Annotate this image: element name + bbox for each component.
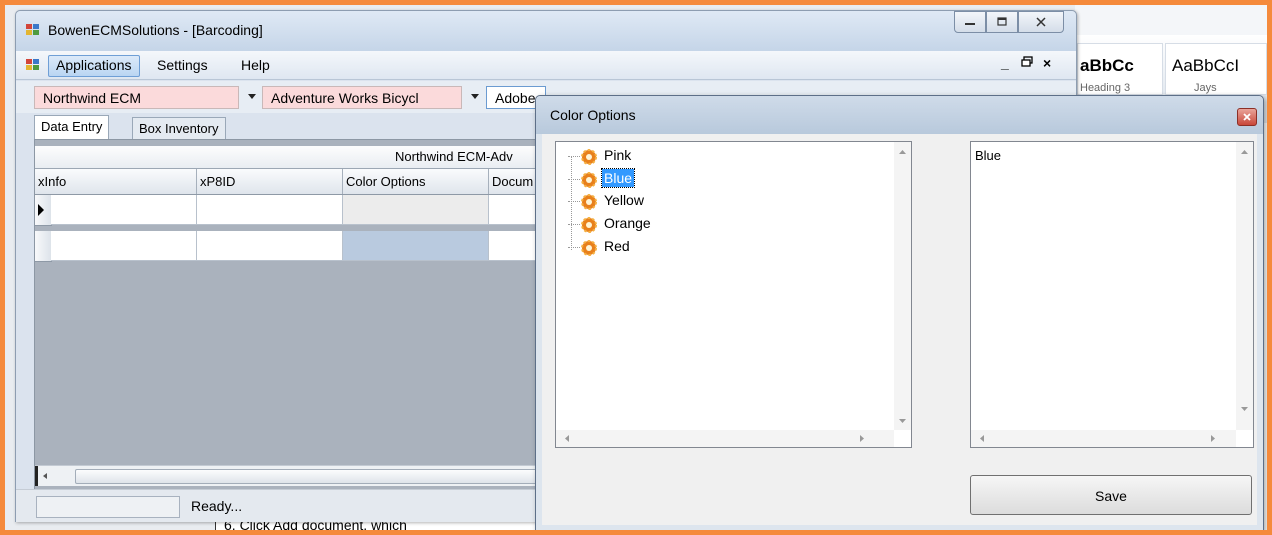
row-header[interactable]: [35, 195, 52, 226]
tree-item-label: Red: [604, 238, 630, 254]
gear-icon: [581, 172, 597, 188]
chevron-down-icon[interactable]: [248, 94, 256, 99]
mdi-close-button[interactable]: ×: [1043, 55, 1051, 71]
column-header-xp8id[interactable]: xP8ID: [197, 169, 343, 194]
style-name: Heading 3: [1080, 82, 1131, 94]
menu-settings[interactable]: Settings: [150, 55, 215, 75]
close-icon: [1036, 17, 1046, 27]
tree-connector: [568, 224, 580, 225]
chevron-down-icon[interactable]: [471, 94, 479, 99]
restore-icon: [997, 17, 1007, 26]
row-header[interactable]: [35, 231, 52, 262]
tab-data-entry[interactable]: Data Entry: [34, 115, 110, 141]
scroll-arrows-icon[interactable]: [556, 430, 894, 447]
style-sample: AaBbCcI: [1172, 56, 1240, 75]
scroll-arrows-icon[interactable]: [971, 430, 1236, 447]
scrollbar-thumb[interactable]: [75, 469, 537, 484]
table-row[interactable]: [35, 195, 545, 226]
restore-button[interactable]: [986, 11, 1018, 33]
restore-icon: [1021, 56, 1033, 67]
scroll-arrows-icon[interactable]: [894, 142, 911, 430]
color-options-dialog: Color Options Pink Blue Yellow Orange Re…: [535, 95, 1264, 530]
grid-cell[interactable]: [343, 195, 489, 225]
menu-help[interactable]: Help: [234, 55, 277, 75]
window-title: BowenECMSolutions - [Barcoding]: [48, 22, 263, 38]
table-row[interactable]: [35, 231, 545, 262]
tree-connector: [571, 156, 572, 250]
gear-icon: [581, 149, 597, 165]
color-tree-view[interactable]: Pink Blue Yellow Orange Red: [555, 141, 912, 448]
column-header-xinfo[interactable]: xInfo: [35, 169, 197, 194]
grid-cell[interactable]: [51, 195, 197, 225]
tree-horizontal-scrollbar[interactable]: [556, 430, 894, 447]
close-button[interactable]: [1018, 11, 1064, 33]
scroll-left-icon[interactable]: [35, 466, 51, 486]
mdi-restore-button[interactable]: [1021, 55, 1033, 71]
tree-item-label: Blue: [600, 168, 636, 188]
style-name: Jays: [1194, 82, 1217, 94]
style-sample: aBbCc: [1080, 56, 1134, 75]
column-header-color-options[interactable]: Color Options: [343, 169, 489, 194]
value-vertical-scrollbar[interactable]: [1236, 142, 1253, 430]
status-text: Ready...: [191, 498, 243, 514]
grid-caption: Northwind ECM-Adv: [35, 146, 545, 169]
grid-horizontal-scrollbar[interactable]: [35, 465, 545, 486]
grid-cell[interactable]: [51, 231, 197, 261]
dialog-body: Pink Blue Yellow Orange Red Blue Save: [542, 134, 1257, 525]
mdi-child-icon: [26, 59, 40, 71]
menu-applications[interactable]: Applications: [48, 55, 140, 77]
minimize-button[interactable]: [954, 11, 986, 33]
data-grid-panel: Northwind ECM-Adv xInfo xP8ID Color Opti…: [34, 139, 546, 491]
progress-slot: [36, 496, 180, 518]
style-jays[interactable]: AaBbCcI Jays: [1165, 43, 1267, 95]
current-row-icon: [38, 204, 44, 216]
title-bar: BowenECMSolutions - [Barcoding]: [16, 11, 1076, 51]
grid-cell-selected[interactable]: [343, 231, 489, 261]
close-icon: [1243, 113, 1251, 121]
gear-icon: [581, 194, 597, 210]
menu-bar: Applications Settings Help _ ×: [16, 51, 1076, 80]
value-horizontal-scrollbar[interactable]: [971, 430, 1236, 447]
tree-item-label: Pink: [604, 147, 632, 163]
tree-item-label: Orange: [604, 215, 651, 231]
dialog-close-button[interactable]: [1237, 108, 1257, 126]
tab-box-inventory[interactable]: Box Inventory: [132, 117, 226, 140]
tree-connector: [568, 156, 580, 157]
tree-connector: [568, 247, 580, 248]
selected-value-text: Blue: [975, 148, 1002, 163]
dialog-title-bar: Color Options: [536, 96, 1263, 134]
style-heading-3[interactable]: aBbCc Heading 3: [1077, 43, 1163, 95]
save-button[interactable]: Save: [970, 475, 1252, 515]
tree-connector: [568, 201, 580, 202]
word-ribbon: aBbCc Heading 3 AaBbCcI Jays: [1075, 35, 1267, 104]
screenshot-frame: aBbCc Heading 3 AaBbCcI Jays 6. Click Ad…: [5, 5, 1267, 530]
company-combo[interactable]: Northwind ECM: [34, 86, 239, 109]
gear-icon: [581, 217, 597, 233]
grid-caption-text: Northwind ECM-Adv: [395, 149, 513, 164]
minimize-icon: [965, 23, 975, 25]
tree-connector: [568, 179, 580, 180]
tree-item-label: Yellow: [604, 192, 644, 208]
window-controls: [954, 11, 1064, 33]
app-icon: [26, 24, 40, 36]
mdi-minimize-button[interactable]: _: [1001, 55, 1009, 71]
customer-combo[interactable]: Adventure Works Bicycl: [262, 86, 462, 109]
tree-vertical-scrollbar[interactable]: [894, 142, 911, 430]
selected-value-box[interactable]: Blue: [970, 141, 1254, 448]
grid-cell[interactable]: [197, 195, 343, 225]
gear-icon: [581, 240, 597, 256]
scroll-arrows-icon[interactable]: [1236, 142, 1253, 430]
grid-header: xInfo xP8ID Color Options Docum: [35, 169, 545, 195]
dialog-title: Color Options: [550, 107, 636, 123]
grid-cell[interactable]: [197, 231, 343, 261]
